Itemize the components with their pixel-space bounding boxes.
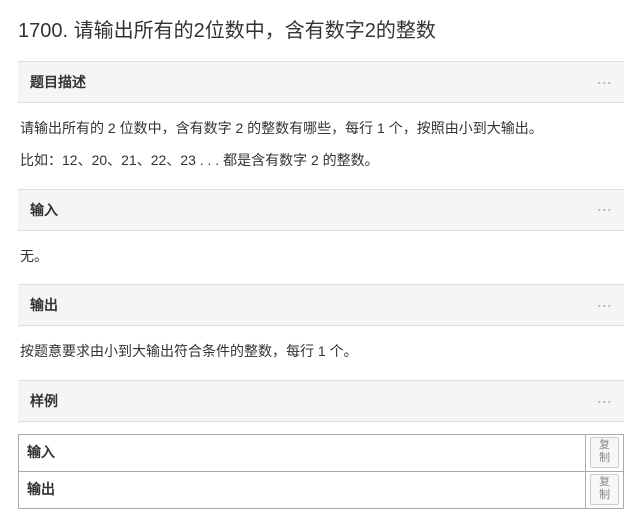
copy-button[interactable]: 复制 [590, 474, 619, 504]
sample-output-label: 输出 [19, 472, 586, 509]
section-header-sample: 样例 ⋮ [18, 380, 624, 422]
section-header-label: 输出 [30, 295, 58, 315]
section-body-output: 按题意要求由小到大输出符合条件的整数，每行 1 个。 [18, 326, 624, 380]
more-icon[interactable]: ⋮ [598, 203, 612, 216]
section-header-output: 输出 ⋮ [18, 284, 624, 326]
sample-input-label: 输入 [19, 435, 586, 472]
table-row: 输出 复制 [19, 472, 624, 509]
more-icon[interactable]: ⋮ [598, 299, 612, 312]
section-header-label: 题目描述 [30, 72, 86, 92]
section-header-label: 样例 [30, 391, 58, 411]
more-icon[interactable]: ⋮ [598, 76, 612, 89]
description-paragraph: 请输出所有的 2 位数中，含有数字 2 的整数有哪些，每行 1 个，按照由小到大… [20, 117, 622, 141]
table-row: 输入 复制 [19, 435, 624, 472]
sample-io-table: 输入 复制 输出 复制 [18, 434, 624, 509]
output-text: 按题意要求由小到大输出符合条件的整数，每行 1 个。 [20, 340, 622, 364]
section-body-input: 无。 [18, 231, 624, 285]
description-paragraph: 比如：12、20、21、22、23 . . . 都是含有数字 2 的整数。 [20, 149, 622, 173]
copy-button[interactable]: 复制 [590, 437, 619, 467]
page-title: 1700. 请输出所有的2位数中，含有数字2的整数 [18, 0, 624, 61]
section-header-label: 输入 [30, 200, 58, 220]
section-header-description: 题目描述 ⋮ [18, 61, 624, 103]
more-icon[interactable]: ⋮ [598, 395, 612, 408]
input-text: 无。 [20, 245, 622, 269]
section-body-sample: 输入 复制 输出 复制 [18, 422, 624, 509]
section-header-input: 输入 ⋮ [18, 189, 624, 231]
section-body-description: 请输出所有的 2 位数中，含有数字 2 的整数有哪些，每行 1 个，按照由小到大… [18, 103, 624, 189]
